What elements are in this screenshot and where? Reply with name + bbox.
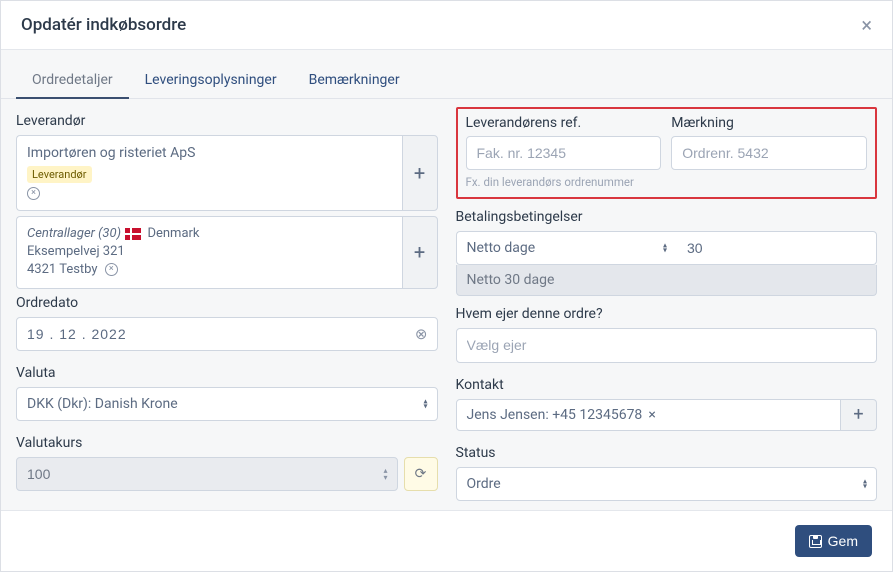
rate-label: Valutakurs xyxy=(16,435,438,451)
supplier-tag: Leverandør xyxy=(27,166,92,183)
status-label: Status xyxy=(456,445,878,461)
warehouse-line1: Eksempelvej 321 xyxy=(27,244,125,259)
order-date-input[interactable] xyxy=(16,317,438,351)
highlight-box: Leverandørens ref. Mærkning Fx. din leve… xyxy=(456,107,878,199)
close-icon[interactable]: × xyxy=(861,15,872,35)
owner-label: Hvem ejer denne ordre? xyxy=(456,306,878,322)
remove-contact-icon[interactable]: × xyxy=(648,407,655,423)
order-date-label: Ordredato xyxy=(16,295,438,311)
warehouse-country: Denmark xyxy=(147,226,199,241)
tab-order-details[interactable]: Ordredetaljer xyxy=(16,62,129,98)
supplier-ref-input[interactable] xyxy=(466,136,662,170)
supplier-label: Leverandør xyxy=(16,113,438,129)
clear-date-icon[interactable]: ⊗ xyxy=(415,325,428,343)
warehouse-card-row: Centrallager (30) Denmark Eksempelvej 32… xyxy=(16,216,438,289)
payment-days-input[interactable] xyxy=(677,231,877,265)
update-po-modal: Opdatér indkøbsordre × Ordredetaljer Lev… xyxy=(0,0,893,572)
payment-label: Betalingsbetingelser xyxy=(456,209,878,225)
modal-body: Ordredetaljer Leveringsoplysninger Bemær… xyxy=(1,50,892,510)
contact-label: Kontakt xyxy=(456,377,878,393)
currency-label: Valuta xyxy=(16,365,438,381)
save-button-label: Gem xyxy=(828,533,858,549)
tab-bar: Ordredetaljer Leveringsoplysninger Bemær… xyxy=(1,62,892,99)
tab-content: Leverandør Importøren og risteriet ApS L… xyxy=(1,99,892,510)
add-contact-button[interactable]: + xyxy=(841,399,877,431)
status-select[interactable]: Ordre xyxy=(456,467,878,501)
col-right: Leverandørens ref. Mærkning Fx. din leve… xyxy=(456,107,878,501)
contact-field[interactable]: Jens Jensen: +45 12345678 × xyxy=(456,399,842,431)
supplier-card-row: Importøren og risteriet ApS Leverandør ×… xyxy=(16,135,438,211)
warehouse-name: Centrallager (30) xyxy=(27,226,121,241)
add-warehouse-button[interactable]: + xyxy=(402,216,438,289)
warehouse-card[interactable]: Centrallager (30) Denmark Eksempelvej 32… xyxy=(16,216,402,289)
supplier-ref-label: Leverandørens ref. xyxy=(466,115,662,131)
warehouse-line2: 4321 Testby xyxy=(27,262,98,277)
refresh-rate-button[interactable]: ⟳ xyxy=(404,457,438,491)
tab-notes[interactable]: Bemærkninger xyxy=(293,62,416,98)
remove-warehouse-icon[interactable]: × xyxy=(105,263,118,276)
tab-delivery[interactable]: Leveringsoplysninger xyxy=(129,62,293,98)
owner-input[interactable] xyxy=(456,328,878,362)
payment-type-select[interactable]: Netto dage xyxy=(456,231,678,265)
save-icon xyxy=(809,535,822,548)
contact-value: Jens Jensen: +45 12345678 xyxy=(467,407,643,423)
save-button[interactable]: Gem xyxy=(795,525,872,557)
supplier-name: Importøren og risteriet ApS xyxy=(27,144,392,164)
marking-input[interactable] xyxy=(671,136,867,170)
modal-footer: Gem xyxy=(1,510,892,571)
modal-title: Opdatér indkøbsordre xyxy=(21,15,186,35)
marking-label: Mærkning xyxy=(671,115,867,131)
supplier-ref-helper: Fx. din leverandørs ordrenummer xyxy=(466,175,868,189)
col-left: Leverandør Importøren og risteriet ApS L… xyxy=(16,107,438,501)
modal-header: Opdatér indkøbsordre × xyxy=(1,1,892,50)
danish-flag-icon xyxy=(125,228,141,240)
supplier-card[interactable]: Importøren og risteriet ApS Leverandør × xyxy=(16,135,402,211)
add-supplier-button[interactable]: + xyxy=(402,135,438,211)
rate-input xyxy=(16,457,398,491)
payment-result: Netto 30 dage xyxy=(456,265,878,296)
currency-select[interactable]: DKK (Dkr): Danish Krone xyxy=(16,387,438,421)
remove-supplier-icon[interactable]: × xyxy=(27,187,40,200)
